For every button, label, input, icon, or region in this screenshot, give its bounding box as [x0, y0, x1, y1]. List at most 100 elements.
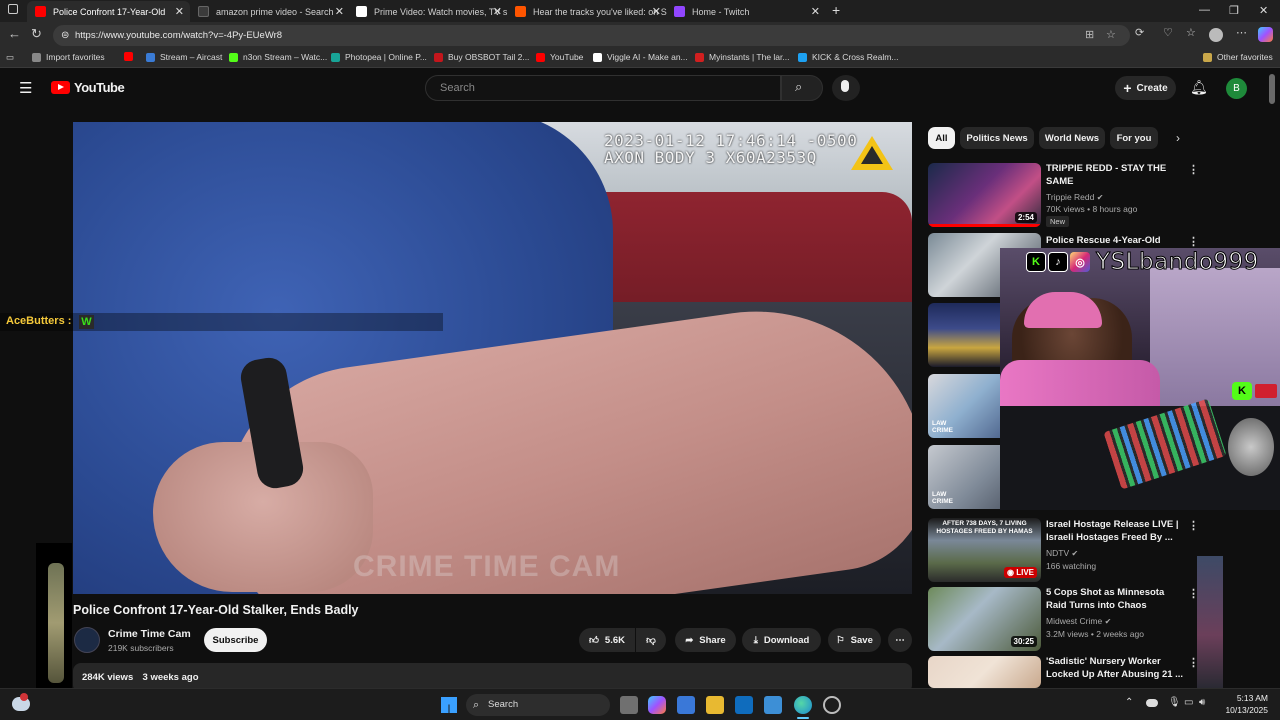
account-avatar[interactable]: B: [1226, 78, 1247, 99]
rec-channel[interactable]: NDTV ✔: [1046, 547, 1078, 560]
chips-next-icon[interactable]: ›: [1176, 131, 1180, 145]
bodycam-timestamp-line2: AXON BODY 3 X60A2353Q: [604, 148, 817, 167]
tab-twitch[interactable]: Home - Twitch ✕: [666, 1, 826, 22]
rec-menu-icon[interactable]: ⋮: [1188, 519, 1199, 532]
tab-actions-icon[interactable]: [8, 4, 18, 14]
favorite-star-icon[interactable]: ☆: [1106, 25, 1116, 46]
chip-all[interactable]: All: [928, 127, 955, 149]
rec-thumbnail[interactable]: [928, 656, 1041, 688]
like-button[interactable]: 👍︎ 5.6K: [579, 628, 635, 652]
voice-search-button[interactable]: [832, 75, 860, 101]
more-actions-button[interactable]: ⋯: [888, 628, 912, 652]
rec-title[interactable]: TRIPPIE REDD - STAY THE SAME: [1046, 162, 1186, 188]
rec-menu-icon[interactable]: ⋮: [1188, 235, 1199, 248]
windows-start-icon[interactable]: [441, 697, 457, 713]
bookmark-aircast[interactable]: Stream – Aircast: [146, 52, 222, 62]
download-button[interactable]: ⤓ Download: [742, 628, 821, 652]
task-view-icon[interactable]: [620, 696, 638, 714]
app-available-icon[interactable]: ⊞: [1085, 25, 1094, 46]
bookmark-label: n3on Stream – Watc...: [243, 52, 328, 62]
bookmark-kick-cross-realm[interactable]: KICK & Cross Realm...: [798, 52, 898, 62]
volume-icon[interactable]: 🔊︎: [1199, 697, 1205, 708]
create-button[interactable]: + Create: [1115, 76, 1176, 100]
notifications-bell-icon[interactable]: 🔔︎: [1190, 79, 1208, 96]
rec-thumbnail[interactable]: AFTER 738 DAYS, 7 LIVING HOSTAGES FREED …: [928, 518, 1041, 582]
chip-label: All: [935, 132, 948, 144]
folder-icon: [1203, 52, 1212, 62]
microphone-tray-icon[interactable]: 🎙︎: [1168, 697, 1181, 708]
onedrive-icon[interactable]: [1146, 699, 1158, 707]
bookmark-youtube[interactable]: YouTube: [536, 52, 583, 62]
favorites-icon[interactable]: ☆: [1186, 26, 1196, 39]
network-icon[interactable]: ▭: [1184, 697, 1193, 708]
video-player[interactable]: 2023-01-12 17:46:14 -0500 AXON BODY 3 X6…: [73, 122, 912, 594]
back-icon[interactable]: ←: [8, 26, 21, 41]
url-field[interactable]: ⊜ https://www.youtube.com/watch?v=-4Py-E…: [53, 25, 1130, 46]
bookmark-obsbot[interactable]: Buy OBSBOT Tail 2...: [434, 52, 529, 62]
new-tab-icon[interactable]: +: [832, 2, 840, 18]
restore-icon[interactable]: ❐: [1229, 4, 1239, 17]
tab-youtube[interactable]: Police Confront 17-Year-Old ✕: [27, 1, 190, 22]
close-tab-icon[interactable]: ✕: [811, 5, 820, 18]
kick-letter: K: [1032, 256, 1040, 268]
channel-avatar[interactable]: [74, 627, 100, 653]
dislike-button[interactable]: 👎︎: [636, 628, 666, 652]
close-window-icon[interactable]: ✕: [1259, 4, 1268, 17]
bookmark-n3on[interactable]: n3on Stream – Watc...: [229, 52, 327, 62]
rec-channel[interactable]: Midwest Crime ✔: [1046, 615, 1111, 628]
youtube-logo[interactable]: YouTube: [51, 80, 125, 95]
copilot-icon[interactable]: [1258, 27, 1273, 42]
other-favorites[interactable]: Other favorites: [1203, 52, 1273, 62]
bookmark-viggle[interactable]: Viggle AI - Make an...: [593, 52, 688, 62]
rec-thumbnail[interactable]: 2:54: [928, 163, 1041, 227]
rec-menu-icon[interactable]: ⋮: [1188, 163, 1199, 176]
share-button[interactable]: ➦ Share: [675, 628, 736, 652]
youtube-play-icon: [51, 81, 70, 94]
close-tab-icon[interactable]: ✕: [652, 5, 661, 18]
profile-icon[interactable]: [1209, 28, 1223, 42]
edge-icon[interactable]: [794, 696, 812, 714]
active-app-indicator: [797, 717, 809, 719]
site-info-icon[interactable]: ⊜: [61, 25, 69, 46]
refresh-icon[interactable]: ↻: [31, 26, 42, 42]
tab-prime-video[interactable]: Prime Video: Watch movies, TV sh ✕: [348, 1, 508, 22]
more-menu-icon[interactable]: ⋯: [1236, 26, 1247, 39]
rec-title[interactable]: Israel Hostage Release LIVE | Israeli Ho…: [1046, 518, 1186, 544]
search-button[interactable]: ⌕: [781, 75, 823, 101]
bookmarks-menu-icon[interactable]: ▭: [6, 52, 14, 63]
taskbar-search[interactable]: ⌕ Search: [466, 694, 610, 716]
outlook-icon[interactable]: [735, 696, 753, 714]
tray-chevron-icon[interactable]: ⌃: [1125, 697, 1133, 708]
hamburger-menu-icon[interactable]: ☰: [19, 79, 32, 97]
bookmark-myinstants[interactable]: Myinstants | The lar...: [695, 52, 789, 62]
file-explorer-icon[interactable]: [706, 696, 724, 714]
subscribe-label: Subscribe: [212, 634, 259, 646]
rec-title[interactable]: 'Sadistic' Nursery Worker Locked Up Afte…: [1046, 655, 1186, 681]
rec-title[interactable]: 5 Cops Shot as Minnesota Raid Turns into…: [1046, 586, 1186, 612]
bookmark-photopea[interactable]: Photopea | Online P...: [331, 52, 427, 62]
settings-gear-icon[interactable]: [823, 696, 841, 714]
extensions-icon[interactable]: ⟳: [1135, 26, 1144, 39]
subscribe-button[interactable]: Subscribe: [204, 628, 267, 652]
bookmark-youtube-icon-only[interactable]: [124, 52, 138, 61]
bookmark-import-favorites[interactable]: Import favorites: [32, 52, 105, 62]
scrollbar-thumb[interactable]: [1269, 74, 1275, 104]
minimize-icon[interactable]: —: [1199, 4, 1210, 16]
channel-name[interactable]: Crime Time Cam: [108, 628, 191, 640]
browser-essentials-icon[interactable]: ♡: [1163, 26, 1173, 39]
close-tab-icon[interactable]: ✕: [493, 5, 502, 18]
tab-soundcloud[interactable]: Hear the tracks you've liked: on S ✕: [507, 1, 667, 22]
taskbar-clock[interactable]: 5:13 AM 10/13/2025: [1214, 692, 1268, 716]
photos-icon[interactable]: [764, 696, 782, 714]
chip-politics-news[interactable]: Politics News: [960, 127, 1034, 149]
copilot-app-icon[interactable]: [648, 696, 666, 714]
store-icon[interactable]: [677, 696, 695, 714]
tab-search[interactable]: amazon prime video - Search ✕: [190, 1, 350, 22]
rec-thumbnail[interactable]: 30:25: [928, 587, 1041, 651]
close-tab-icon[interactable]: ✕: [175, 5, 184, 18]
chip-for-you[interactable]: For you: [1110, 127, 1158, 149]
chip-world-news[interactable]: World News: [1039, 127, 1105, 149]
search-input[interactable]: Search: [425, 75, 781, 101]
close-tab-icon[interactable]: ✕: [335, 5, 344, 18]
save-button[interactable]: ⚐ Save: [828, 628, 881, 652]
